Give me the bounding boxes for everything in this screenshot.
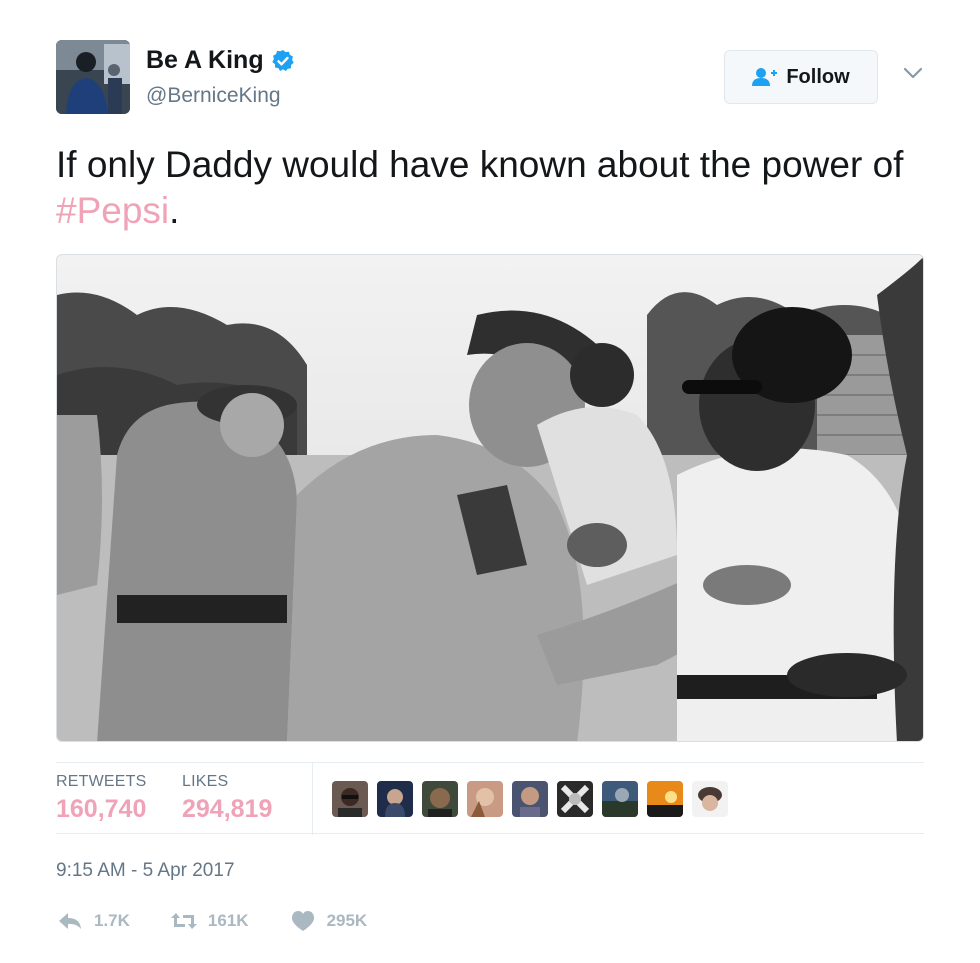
tweet-text: If only Daddy would have known about the… <box>56 142 926 234</box>
verified-badge-icon <box>271 49 295 73</box>
tweet-text-body: If only Daddy would have known about the… <box>56 144 904 185</box>
retweet-button[interactable]: 161K <box>170 909 249 933</box>
name-row: Be A King <box>146 46 295 75</box>
add-user-icon <box>752 67 778 87</box>
retweets-stat[interactable]: RETWEETS 160,740 <box>56 773 147 824</box>
follow-button-label: Follow <box>786 65 850 88</box>
display-name[interactable]: Be A King <box>146 46 264 75</box>
retweet-icon <box>170 913 197 929</box>
liker-avatar[interactable] <box>332 781 368 817</box>
chevron-down-icon[interactable] <box>902 66 924 80</box>
liker-avatar[interactable] <box>467 781 503 817</box>
photo-illustration <box>57 255 923 741</box>
liker-avatar[interactable] <box>647 781 683 817</box>
liker-avatar[interactable] <box>422 781 458 817</box>
tweet-timestamp[interactable]: 9:15 AM - 5 Apr 2017 <box>56 860 235 882</box>
avatar[interactable] <box>56 40 130 114</box>
liker-avatar[interactable] <box>602 781 638 817</box>
hashtag-link[interactable]: #Pepsi <box>56 190 169 231</box>
heart-icon <box>291 911 314 931</box>
like-button[interactable]: 295K <box>289 909 368 933</box>
reply-count: 1.7K <box>94 911 130 930</box>
liker-avatars <box>332 781 737 817</box>
engagement-stats: RETWEETS 160,740 LIKES 294,819 <box>56 762 924 835</box>
tweet-text-end: . <box>169 190 180 231</box>
tweet-header: Be A King @BerniceKing Follow <box>56 40 926 120</box>
liker-avatar[interactable] <box>377 781 413 817</box>
liker-avatar[interactable] <box>512 781 548 817</box>
retweet-count: 161K <box>207 911 249 930</box>
stats-divider <box>312 763 313 835</box>
liker-avatar[interactable] <box>557 781 593 817</box>
retweets-label: RETWEETS <box>56 773 147 790</box>
likes-stat[interactable]: LIKES 294,819 <box>182 773 272 824</box>
avatar-image <box>56 40 130 114</box>
likes-count: 294,819 <box>182 795 273 823</box>
reply-icon <box>59 913 81 929</box>
follow-button[interactable]: Follow <box>724 50 878 104</box>
retweets-count: 160,740 <box>56 795 147 823</box>
like-count: 295K <box>326 911 368 930</box>
user-handle[interactable]: @BerniceKing <box>146 84 281 108</box>
likes-label: LIKES <box>182 773 229 790</box>
reply-button[interactable]: 1.7K <box>56 909 130 933</box>
liker-avatar[interactable] <box>692 781 728 817</box>
tweet-actions: 1.7K 161K 295K <box>56 904 407 938</box>
tweet-media-photo[interactable] <box>56 254 924 742</box>
